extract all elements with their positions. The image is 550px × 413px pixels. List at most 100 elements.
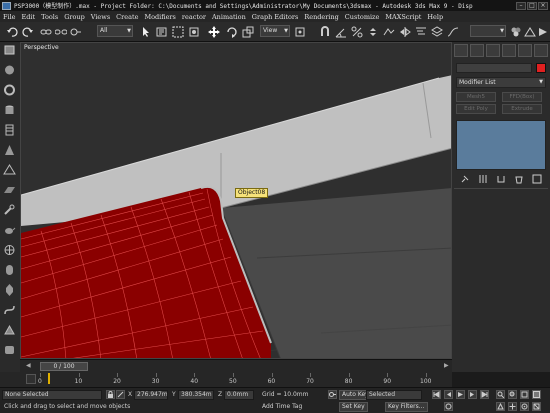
track-bar[interactable]: 0 10 20 30 40 50 60 70 80 90 100 bbox=[0, 372, 452, 387]
plane-icon[interactable] bbox=[3, 184, 16, 196]
y-coordinate-field[interactable]: 380.354m bbox=[178, 390, 214, 400]
layer-icon[interactable] bbox=[431, 26, 443, 38]
viewport-label[interactable]: Perspective bbox=[24, 44, 59, 51]
key-filters-button[interactable]: Key Filters... bbox=[385, 402, 428, 412]
time-slider[interactable]: ◀ 0 / 100 ▶ bbox=[20, 359, 452, 372]
menu-views[interactable]: Views bbox=[91, 13, 110, 21]
modifier-button-mesh[interactable]: Mesh5 bbox=[456, 92, 496, 102]
play-icon[interactable] bbox=[456, 390, 465, 399]
menu-help[interactable]: Help bbox=[427, 13, 443, 21]
remove-modifier-icon[interactable] bbox=[514, 174, 524, 184]
cone-icon[interactable] bbox=[3, 144, 16, 156]
material-editor-icon[interactable] bbox=[510, 26, 522, 38]
app-icon[interactable] bbox=[2, 1, 11, 10]
align-icon[interactable] bbox=[415, 26, 427, 38]
menu-animation[interactable]: Animation bbox=[212, 13, 246, 21]
menu-file[interactable]: File bbox=[3, 13, 16, 21]
perspective-viewport[interactable]: Perspective Object08 bbox=[20, 42, 452, 359]
key-mode-icon[interactable] bbox=[328, 390, 337, 399]
pyramid-icon[interactable] bbox=[3, 164, 16, 176]
utilities-tab[interactable] bbox=[534, 44, 548, 57]
select-icon[interactable] bbox=[140, 26, 152, 38]
pin-stack-icon[interactable] bbox=[460, 174, 470, 184]
move-icon[interactable] bbox=[208, 26, 220, 38]
zoom-icon[interactable] bbox=[496, 390, 505, 399]
link-icon[interactable] bbox=[40, 26, 52, 38]
minimize-button[interactable]: – bbox=[516, 1, 526, 10]
menu-customize[interactable]: Customize bbox=[345, 13, 380, 21]
pan-icon[interactable] bbox=[508, 402, 517, 411]
menu-edit[interactable]: Edit bbox=[22, 13, 36, 21]
selection-filter-dropdown[interactable]: All ▼ bbox=[97, 25, 133, 37]
mirror-icon[interactable] bbox=[399, 26, 411, 38]
bind-icon[interactable] bbox=[70, 26, 82, 38]
menu-tools[interactable]: Tools bbox=[41, 13, 58, 21]
make-unique-icon[interactable] bbox=[496, 174, 506, 184]
modifier-button-ffd[interactable]: FFD(Box) bbox=[502, 92, 542, 102]
previous-frame-icon[interactable] bbox=[444, 390, 453, 399]
named-selection-set-dropdown[interactable]: ▼ bbox=[470, 25, 506, 37]
modifier-button-edit-poly[interactable]: Edit Poly bbox=[456, 104, 496, 114]
menu-maxscript[interactable]: MAXScript bbox=[385, 13, 421, 21]
snap-icon[interactable] bbox=[319, 26, 331, 38]
maximize-viewport-icon[interactable] bbox=[532, 402, 541, 411]
key-selection-dropdown[interactable]: Selected bbox=[366, 390, 422, 400]
zoom-extents-icon[interactable] bbox=[520, 390, 529, 399]
next-frame-icon[interactable]: ▶ bbox=[444, 362, 449, 369]
hierarchy-tab[interactable] bbox=[486, 44, 500, 57]
torus-icon[interactable] bbox=[3, 84, 16, 96]
chamfer-box-icon[interactable] bbox=[3, 344, 16, 356]
show-end-result-icon[interactable] bbox=[478, 174, 488, 184]
modify-tab[interactable] bbox=[470, 44, 484, 57]
z-coordinate-field[interactable]: 0.0mm bbox=[224, 390, 254, 400]
add-time-tag[interactable]: Add Time Tag bbox=[262, 403, 302, 410]
x-coordinate-field[interactable]: 276.947m bbox=[134, 390, 168, 400]
zoom-extents-all-icon[interactable] bbox=[532, 390, 541, 399]
rotate-icon[interactable] bbox=[226, 26, 238, 38]
menu-graph-editors[interactable]: Graph Editors bbox=[252, 13, 299, 21]
absolute-mode-icon[interactable] bbox=[116, 390, 125, 399]
modifier-button-extrude[interactable]: Extrude bbox=[502, 104, 542, 114]
undo-icon[interactable] bbox=[6, 26, 18, 38]
configure-sets-icon[interactable] bbox=[532, 174, 542, 184]
named-selection-icon[interactable] bbox=[383, 26, 395, 38]
unlink-icon[interactable] bbox=[55, 26, 67, 38]
region-select-icon[interactable] bbox=[172, 26, 184, 38]
lock-selection-icon[interactable] bbox=[106, 390, 115, 399]
modifier-stack-list[interactable] bbox=[456, 120, 546, 170]
sphere-icon[interactable] bbox=[3, 64, 16, 76]
prism-icon[interactable] bbox=[3, 324, 16, 336]
menu-group[interactable]: Group bbox=[64, 13, 85, 21]
go-to-start-icon[interactable] bbox=[432, 390, 441, 399]
cylinder-icon[interactable] bbox=[3, 104, 16, 116]
redo-icon[interactable] bbox=[22, 26, 34, 38]
curve-editor-icon[interactable] bbox=[447, 26, 459, 38]
geosphere-icon[interactable] bbox=[3, 244, 16, 256]
set-key-button[interactable]: Set Key bbox=[339, 402, 368, 412]
box-icon[interactable] bbox=[3, 44, 16, 56]
percent-snap-icon[interactable] bbox=[351, 26, 363, 38]
menu-create[interactable]: Create bbox=[116, 13, 138, 21]
reference-coord-dropdown[interactable]: View ▼ bbox=[260, 25, 290, 37]
motion-tab[interactable] bbox=[502, 44, 516, 57]
arc-rotate-icon[interactable] bbox=[520, 402, 529, 411]
window-crossing-icon[interactable] bbox=[188, 26, 200, 38]
zoom-all-icon[interactable] bbox=[508, 390, 517, 399]
teapot-icon[interactable] bbox=[3, 224, 16, 236]
track-bar-menu-icon[interactable] bbox=[26, 374, 36, 384]
menu-modifiers[interactable]: Modifiers bbox=[144, 13, 175, 21]
pivot-icon[interactable] bbox=[294, 26, 306, 38]
go-to-end-icon[interactable] bbox=[480, 390, 489, 399]
capsule-icon[interactable] bbox=[3, 264, 16, 276]
object-name-field[interactable] bbox=[456, 63, 532, 73]
object-color-swatch[interactable] bbox=[536, 63, 546, 73]
prev-frame-icon[interactable]: ◀ bbox=[26, 362, 31, 369]
wrench-icon[interactable] bbox=[3, 204, 16, 216]
display-tab[interactable] bbox=[518, 44, 532, 57]
menu-reactor[interactable]: reactor bbox=[182, 13, 206, 21]
angle-snap-icon[interactable] bbox=[335, 26, 347, 38]
spindle-icon[interactable] bbox=[3, 284, 16, 296]
close-button[interactable]: × bbox=[538, 1, 548, 10]
create-tab[interactable] bbox=[454, 44, 468, 57]
tube-icon[interactable] bbox=[3, 124, 16, 136]
